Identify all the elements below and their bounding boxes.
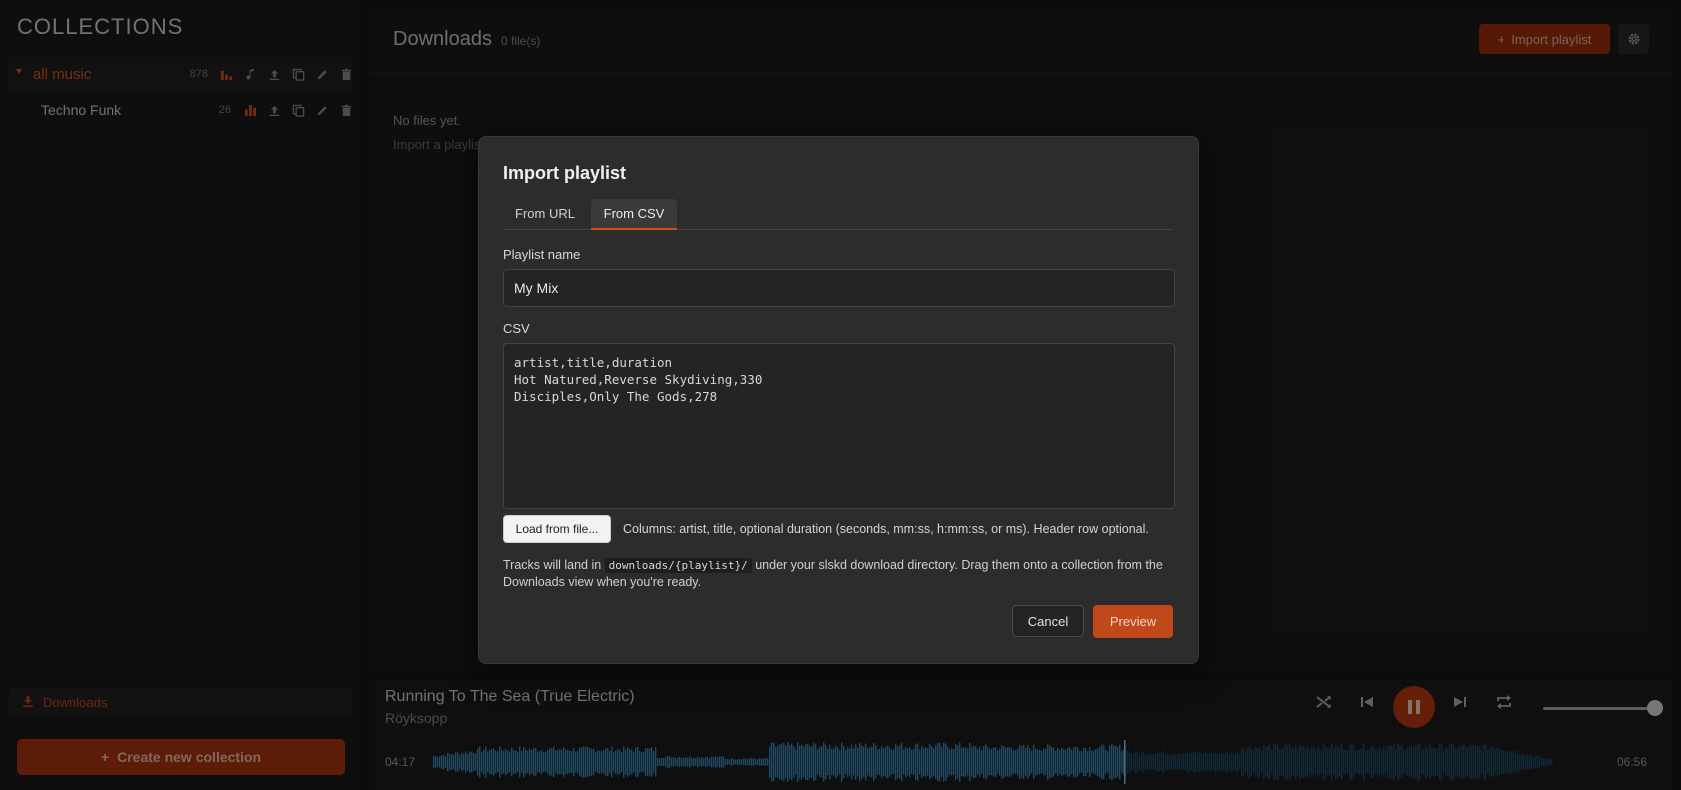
download-path-code: downloads/{playlist}/ bbox=[604, 558, 752, 573]
playlist-name-label: Playlist name bbox=[503, 247, 581, 262]
tab-from-url[interactable]: From URL bbox=[503, 199, 587, 228]
import-playlist-dialog: Import playlist From URL From CSV Playli… bbox=[478, 136, 1199, 664]
download-location-note: Tracks will land in downloads/{playlist}… bbox=[503, 557, 1173, 591]
dialog-tabs: From URL From CSV bbox=[503, 199, 1173, 230]
tab-from-csv[interactable]: From CSV bbox=[591, 199, 677, 230]
csv-label: CSV bbox=[503, 321, 530, 336]
dialog-title: Import playlist bbox=[503, 163, 627, 183]
playlist-name-input[interactable] bbox=[503, 269, 1175, 307]
note-text-before: Tracks will land in bbox=[503, 558, 605, 572]
csv-textarea[interactable]: artist,title,duration Hot Natured,Revers… bbox=[503, 343, 1175, 509]
columns-hint: Columns: artist, title, optional duratio… bbox=[623, 522, 1149, 536]
cancel-button[interactable]: Cancel bbox=[1012, 605, 1084, 637]
preview-button[interactable]: Preview bbox=[1093, 605, 1173, 638]
load-from-file-button[interactable]: Load from file... bbox=[503, 515, 611, 543]
